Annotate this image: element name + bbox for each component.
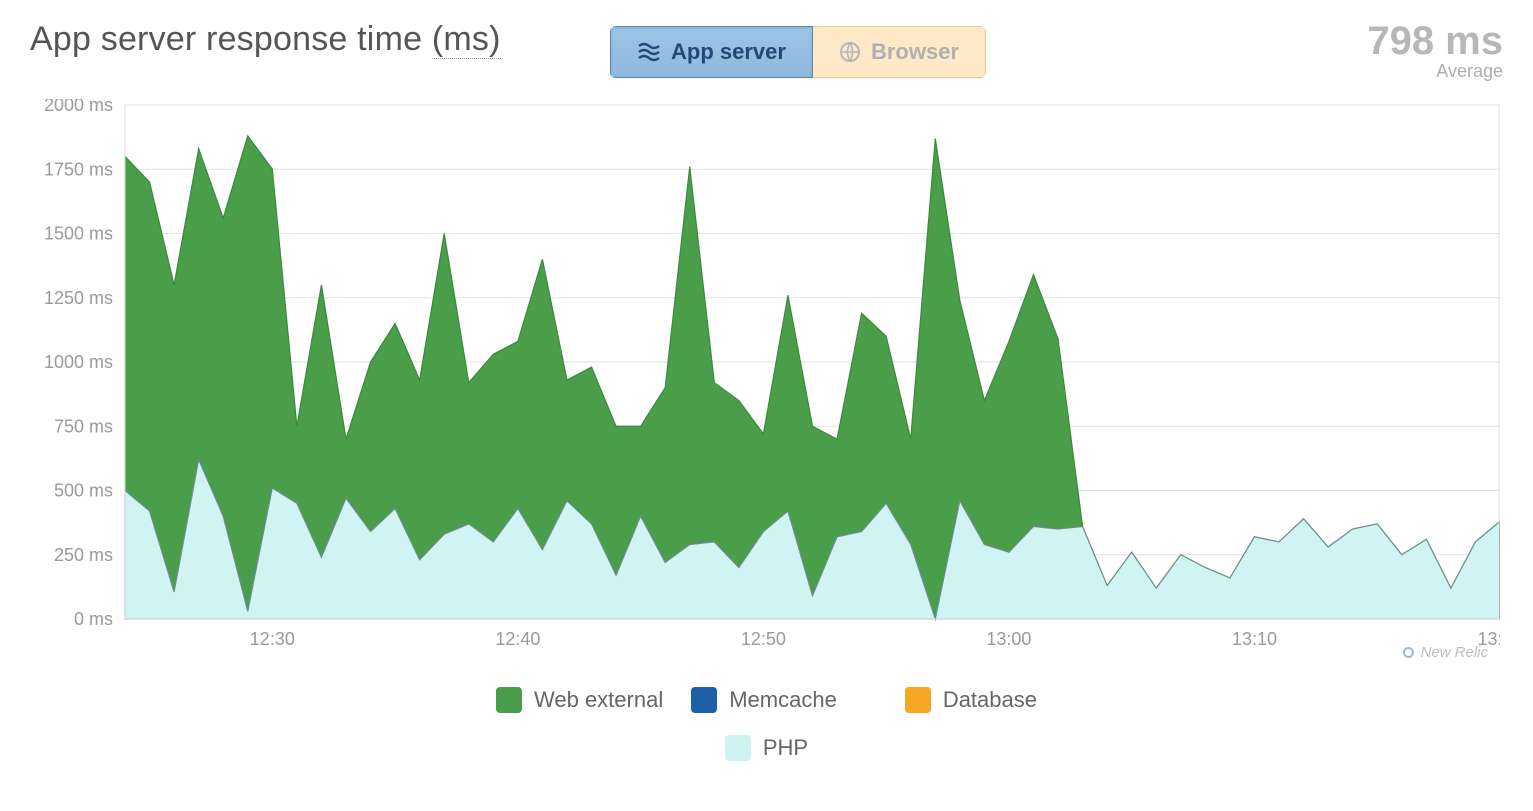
svg-text:12:40: 12:40 [495,629,540,649]
layers-icon [637,42,661,62]
globe-icon [839,41,861,63]
swatch-web-external [496,687,522,713]
chart-panel: App server response time (ms) App server [0,0,1533,811]
view-tabs: App server Browser [610,26,986,78]
swatch-database [905,687,931,713]
legend-label: Web external [534,687,663,713]
legend-php[interactable]: PHP [725,735,808,761]
title-unit: (ms) [432,20,501,59]
svg-text:1250 ms: 1250 ms [44,288,113,308]
legend: Web external Memcache Database PHP [487,687,1047,761]
legend-label: Database [943,687,1037,713]
svg-text:1500 ms: 1500 ms [44,223,113,243]
title-text: App server response time [30,20,422,58]
svg-text:1750 ms: 1750 ms [44,159,113,179]
swatch-php [725,735,751,761]
tab-app-server[interactable]: App server [610,26,813,78]
svg-text:0 ms: 0 ms [74,609,113,629]
tab-label: Browser [871,39,959,65]
svg-text:13:00: 13:00 [986,629,1031,649]
attribution: New Relic [1403,644,1488,661]
panel-title: App server response time (ms) [30,20,501,59]
response-time-chart[interactable]: 0 ms 250 ms 500 ms 750 ms 1000 ms 1250 ms 1500… [30,99,1500,659]
legend-database[interactable]: Database [905,687,1037,713]
svg-text:12:50: 12:50 [741,629,786,649]
legend-label: PHP [763,735,808,761]
legend-web-external[interactable]: Web external [496,687,663,713]
stat-value: 798 ms [1367,20,1503,62]
svg-text:500 ms: 500 ms [54,480,113,500]
stat-label: Average [1367,62,1503,81]
attribution-text: New Relic [1420,644,1488,661]
swatch-memcache [691,687,717,713]
tab-browser[interactable]: Browser [813,26,986,78]
svg-text:2000 ms: 2000 ms [44,99,113,115]
summary-stat: 798 ms Average [1367,20,1503,81]
svg-text:1000 ms: 1000 ms [44,352,113,372]
svg-text:13:10: 13:10 [1232,629,1277,649]
legend-memcache[interactable]: Memcache [691,687,837,713]
panel-header: App server response time (ms) App server [30,20,1503,81]
legend-label: Memcache [729,687,837,713]
ring-icon [1403,647,1414,658]
svg-text:750 ms: 750 ms [54,416,113,436]
chart-area[interactable]: 0 ms 250 ms 500 ms 750 ms 1000 ms 1250 ms 1500… [30,99,1500,659]
svg-text:12:30: 12:30 [250,629,295,649]
tab-label: App server [671,39,786,65]
svg-text:250 ms: 250 ms [54,545,113,565]
